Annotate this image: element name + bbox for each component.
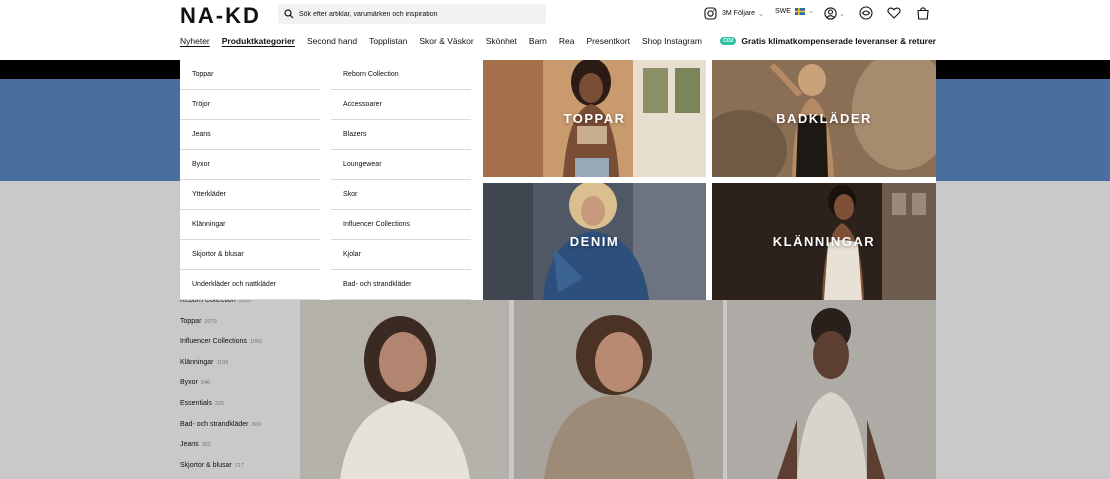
menu-column-1: Toppar Tröjor Jeans Byxor Ytterkläder Kl…: [180, 60, 320, 300]
menu-item-underklader[interactable]: Underkläder och nattkläder: [180, 270, 320, 300]
tile-badklader[interactable]: BADKLÄDER: [712, 60, 936, 177]
instagram-follower-count: 3M Följare: [722, 10, 756, 17]
heart-icon[interactable]: [887, 6, 901, 20]
filter-item[interactable]: Toppar 2079: [180, 317, 262, 338]
product-image[interactable]: [300, 300, 509, 479]
nav-item-skor-vaskor[interactable]: Skor & Väskor: [419, 36, 473, 46]
menu-item-skjortor-blusar[interactable]: Skjortor & blusar: [180, 240, 320, 270]
region-selector[interactable]: SWE ⌄: [775, 7, 814, 15]
second-hand-icon[interactable]: [859, 6, 873, 20]
chevron-down-icon: ⌄: [839, 10, 845, 18]
category-mega-menu: Toppar Tröjor Jeans Byxor Ytterkläder Kl…: [180, 60, 936, 300]
search-icon: [284, 9, 294, 19]
co2-badge-icon: CO2: [720, 37, 737, 45]
menu-item-blazers[interactable]: Blazers: [331, 120, 471, 150]
shipping-promo: CO2 Gratis klimatkompenserade leveranser…: [720, 36, 936, 46]
filter-item[interactable]: Jeans 352: [180, 440, 262, 461]
region-label: SWE: [775, 7, 791, 15]
nav-item-topplistan[interactable]: Topplistan: [369, 36, 407, 46]
menu-item-loungewear[interactable]: Loungewear: [331, 150, 471, 180]
sweden-flag-icon: [794, 7, 805, 15]
chevron-down-icon: ⌄: [758, 10, 764, 18]
nav-item-skonhet[interactable]: Skönhet: [486, 36, 517, 46]
nav-item-nyheter[interactable]: Nyheter: [180, 36, 210, 46]
menu-item-ytterklader[interactable]: Ytterkläder: [180, 180, 320, 210]
product-image[interactable]: [514, 300, 723, 479]
menu-item-influencer-collections[interactable]: Influencer Collections: [331, 210, 471, 240]
logo[interactable]: NA-KD: [180, 3, 261, 29]
nav-item-second-hand[interactable]: Second hand: [307, 36, 357, 46]
menu-column-2: Reborn Collection Accessoarer Blazers Lo…: [331, 60, 471, 300]
tile-klanningar[interactable]: KLÄNNINGAR: [712, 183, 936, 300]
menu-item-bad-strandklader[interactable]: Bad- och strandkläder: [331, 270, 471, 300]
user-icon: [824, 7, 837, 20]
tile-denim[interactable]: DENIM: [483, 183, 706, 300]
tile-label: KLÄNNINGAR: [772, 234, 876, 249]
tile-toppar[interactable]: TOPPAR: [483, 60, 706, 177]
filter-item[interactable]: Byxor 546: [180, 378, 262, 399]
filter-item[interactable]: Bad- och strandkläder 309: [180, 420, 262, 441]
filter-item[interactable]: Klänningar 1109: [180, 358, 262, 379]
tile-label: TOPPAR: [563, 111, 626, 126]
menu-item-byxor[interactable]: Byxor: [180, 150, 320, 180]
menu-item-jeans[interactable]: Jeans: [180, 120, 320, 150]
chevron-down-icon: ⌄: [807, 8, 814, 15]
shipping-promo-text: Gratis klimatkompenserade leveranser & r…: [741, 36, 936, 46]
filter-item[interactable]: Essentials 325: [180, 399, 262, 420]
tile-label: DENIM: [569, 234, 620, 249]
product-image[interactable]: [727, 300, 936, 479]
account-button[interactable]: ⌄: [824, 7, 845, 20]
nav-item-produktkategorier[interactable]: Produktkategorier: [222, 36, 295, 46]
nav-item-rea[interactable]: Rea: [559, 36, 575, 46]
menu-item-trojor[interactable]: Tröjor: [180, 90, 320, 120]
menu-item-toppar[interactable]: Toppar: [180, 60, 320, 90]
search-input[interactable]: [299, 10, 539, 18]
nav-item-shop-instagram[interactable]: Shop Instagram: [642, 36, 702, 46]
main-nav: Nyheter Produktkategorier Second hand To…: [180, 36, 714, 46]
search-bar[interactable]: [278, 4, 546, 24]
tile-label: BADKLÄDER: [776, 111, 872, 126]
menu-item-accessoarer[interactable]: Accessoarer: [331, 90, 471, 120]
filter-item[interactable]: Skjortor & blusar 717: [180, 461, 262, 479]
category-filter-list: Reborn Collection 2885 Toppar 2079 Influen…: [180, 296, 262, 479]
shopping-bag-icon[interactable]: [916, 6, 930, 20]
instagram-followers[interactable]: 3M Följare ⌄: [704, 7, 764, 20]
nav-item-presentkort[interactable]: Presentkort: [586, 36, 629, 46]
menu-item-kjolar[interactable]: Kjolar: [331, 240, 471, 270]
menu-item-reborn-collection[interactable]: Reborn Collection: [331, 60, 471, 90]
menu-item-skor[interactable]: Skor: [331, 180, 471, 210]
nav-item-barn[interactable]: Barn: [529, 36, 547, 46]
site-header: NA-KD 3M Följare ⌄ SWE ⌄ ⌄ Nyheter Produ…: [0, 0, 1110, 60]
menu-item-klanningar[interactable]: Klänningar: [180, 210, 320, 240]
instagram-icon: [704, 7, 717, 20]
filter-item[interactable]: Influencer Collections 1060: [180, 337, 262, 358]
